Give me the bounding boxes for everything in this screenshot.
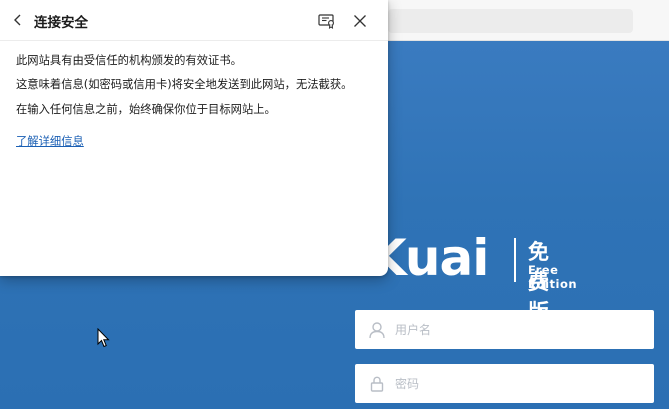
lock-icon: [368, 375, 386, 393]
secure-transfer-text: 这意味着信息(如密码或信用卡)将安全地发送到此网站，无法截获。: [16, 78, 353, 91]
popup-title: 连接安全: [34, 15, 88, 31]
close-button[interactable]: [349, 10, 371, 32]
password-field[interactable]: [355, 364, 654, 403]
logo-edition-en: Free Edition: [528, 263, 578, 291]
back-button[interactable]: [8, 10, 28, 30]
certificate-valid-text: 此网站具有由受信任的机构颁发的有效证书。: [16, 54, 242, 67]
connection-security-popup: 连接安全 此网站具有由受信任的机构颁发的有效证书。 这意味着信息(如密码或信用卡…: [0, 0, 388, 276]
certificate-button[interactable]: [316, 10, 338, 32]
address-bar[interactable]: [388, 9, 633, 33]
password-input[interactable]: [395, 376, 615, 391]
logo-divider: [514, 238, 516, 282]
chevron-left-icon: [14, 14, 21, 26]
mouse-cursor-icon: [97, 328, 110, 348]
username-input[interactable]: [395, 322, 615, 337]
user-icon: [368, 321, 386, 339]
popup-body: 此网站具有由受信任的机构颁发的有效证书。 这意味着信息(如密码或信用卡)将安全地…: [16, 52, 372, 150]
certificate-icon: [318, 14, 334, 29]
verify-site-text: 在输入任何信息之前，始终确保你位于目标网站上。: [16, 103, 276, 116]
popup-header: 连接安全: [0, 0, 388, 41]
learn-more-link[interactable]: 了解详细信息: [16, 133, 84, 150]
close-icon: [354, 15, 366, 27]
username-field[interactable]: [355, 310, 654, 349]
